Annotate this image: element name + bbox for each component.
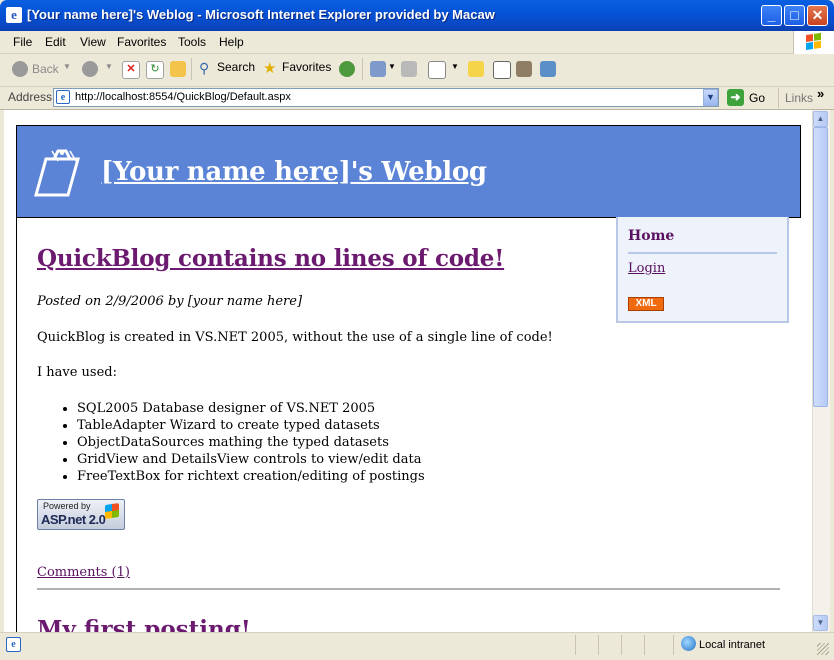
xml-feed-badge[interactable]: XML [628, 297, 664, 311]
post-feature-list: SQL2005 Database designer of VS.NET 2005… [37, 400, 425, 485]
refresh-icon[interactable]: ↻ [146, 61, 164, 79]
menu-edit[interactable]: Edit [45, 35, 66, 49]
clipboard-icon [34, 149, 80, 197]
toolbar-divider [191, 58, 192, 80]
address-label: Address [8, 90, 53, 104]
maximize-button[interactable]: □ [784, 5, 805, 26]
messenger-icon[interactable] [516, 61, 532, 77]
mail-icon[interactable] [370, 61, 386, 77]
status-page-icon: e [6, 637, 21, 652]
status-divider [644, 635, 645, 655]
tools-icon[interactable] [540, 61, 556, 77]
status-divider [598, 635, 599, 655]
aspnet-badge-caption: Powered by [43, 501, 91, 511]
menu-view[interactable]: View [80, 35, 106, 49]
aspnet-badge-logo-text: ASP.net 2.0 [41, 512, 106, 527]
status-divider [621, 635, 622, 655]
stop-icon[interactable]: ✕ [122, 61, 140, 79]
post-title-link[interactable]: QuickBlog contains no lines of code! [37, 245, 504, 272]
discuss-icon[interactable] [468, 61, 484, 77]
home-icon[interactable] [170, 61, 186, 77]
nav-divider [628, 252, 777, 254]
menu-help[interactable]: Help [219, 35, 244, 49]
local-intranet-icon [681, 636, 696, 651]
list-item: GridView and DetailsView controls to vie… [77, 451, 425, 468]
windows-flag-icon [105, 503, 119, 519]
post-used-label: I have used: [37, 365, 117, 380]
scroll-down-icon[interactable]: ▼ [813, 615, 828, 631]
status-divider [575, 635, 576, 655]
menu-favorites[interactable]: Favorites [117, 35, 166, 49]
links-button[interactable]: Links [785, 91, 813, 105]
history-icon[interactable] [339, 61, 355, 77]
minimize-button[interactable]: _ [761, 5, 782, 26]
status-divider [673, 635, 674, 655]
edit-dropdown-icon[interactable]: ▼ [451, 62, 459, 71]
resize-grip-icon[interactable] [817, 643, 829, 655]
post-meta: Posted on 2/9/2006 by [your name here] [37, 294, 303, 309]
menu-tools[interactable]: Tools [178, 35, 206, 49]
menu-file[interactable]: File [13, 35, 32, 49]
post-title-link[interactable]: My first posting! [37, 616, 251, 632]
address-dropdown-icon[interactable]: ▼ [703, 89, 718, 106]
go-arrow-icon[interactable]: ➜ [727, 89, 744, 106]
address-url[interactable]: http://localhost:8554/QuickBlog/Default.… [75, 91, 291, 103]
links-divider [778, 88, 779, 108]
research-icon[interactable] [493, 61, 511, 79]
scrollbar-thumb[interactable] [813, 127, 828, 407]
favorites-button[interactable]: Favorites [282, 60, 331, 74]
list-item: ObjectDataSources mathing the typed data… [77, 434, 425, 451]
go-button[interactable]: Go [749, 91, 765, 105]
forward-dropdown-icon[interactable]: ▼ [105, 62, 113, 71]
windows-flag-icon [806, 32, 821, 50]
windows-logo [793, 31, 834, 54]
window-title: [Your name here]'s Weblog - Microsoft In… [27, 7, 495, 22]
list-item: FreeTextBox for richtext creation/editin… [77, 468, 425, 485]
post-intro: QuickBlog is created in VS.NET 2005, wit… [37, 330, 553, 345]
list-item: SQL2005 Database designer of VS.NET 2005 [77, 400, 425, 417]
site-title-link[interactable]: [Your name here]'s Weblog [101, 157, 487, 187]
security-zone-label: Local intranet [699, 639, 766, 651]
nav-home[interactable]: Home [628, 228, 674, 244]
page-viewport[interactable]: [Your name here]'s Weblog Home Login XML… [4, 110, 812, 632]
nav-login-link[interactable]: Login [628, 261, 665, 276]
scroll-up-icon[interactable]: ▲ [813, 111, 828, 127]
mail-dropdown-icon[interactable]: ▼ [388, 62, 396, 71]
search-button[interactable]: Search [217, 60, 255, 74]
back-button[interactable]: Back [32, 62, 59, 76]
forward-arrow-icon[interactable] [82, 61, 98, 77]
back-arrow-icon[interactable] [12, 61, 28, 77]
toolbar-divider [362, 58, 363, 80]
post-divider [37, 588, 780, 590]
search-icon[interactable]: ⚲ [199, 60, 209, 77]
page-ie-icon: e [56, 90, 70, 104]
edit-page-icon[interactable] [428, 61, 446, 79]
comments-link[interactable]: Comments (1) [37, 565, 130, 580]
print-icon[interactable] [401, 61, 417, 77]
favorites-star-icon[interactable]: ★ [263, 59, 276, 77]
ie-app-icon[interactable]: e [6, 7, 22, 23]
list-item: TableAdapter Wizard to create typed data… [77, 417, 425, 434]
back-dropdown-icon[interactable]: ▼ [63, 62, 71, 71]
links-chevron-icon[interactable]: » [817, 86, 824, 101]
close-button[interactable]: ✕ [807, 5, 828, 26]
